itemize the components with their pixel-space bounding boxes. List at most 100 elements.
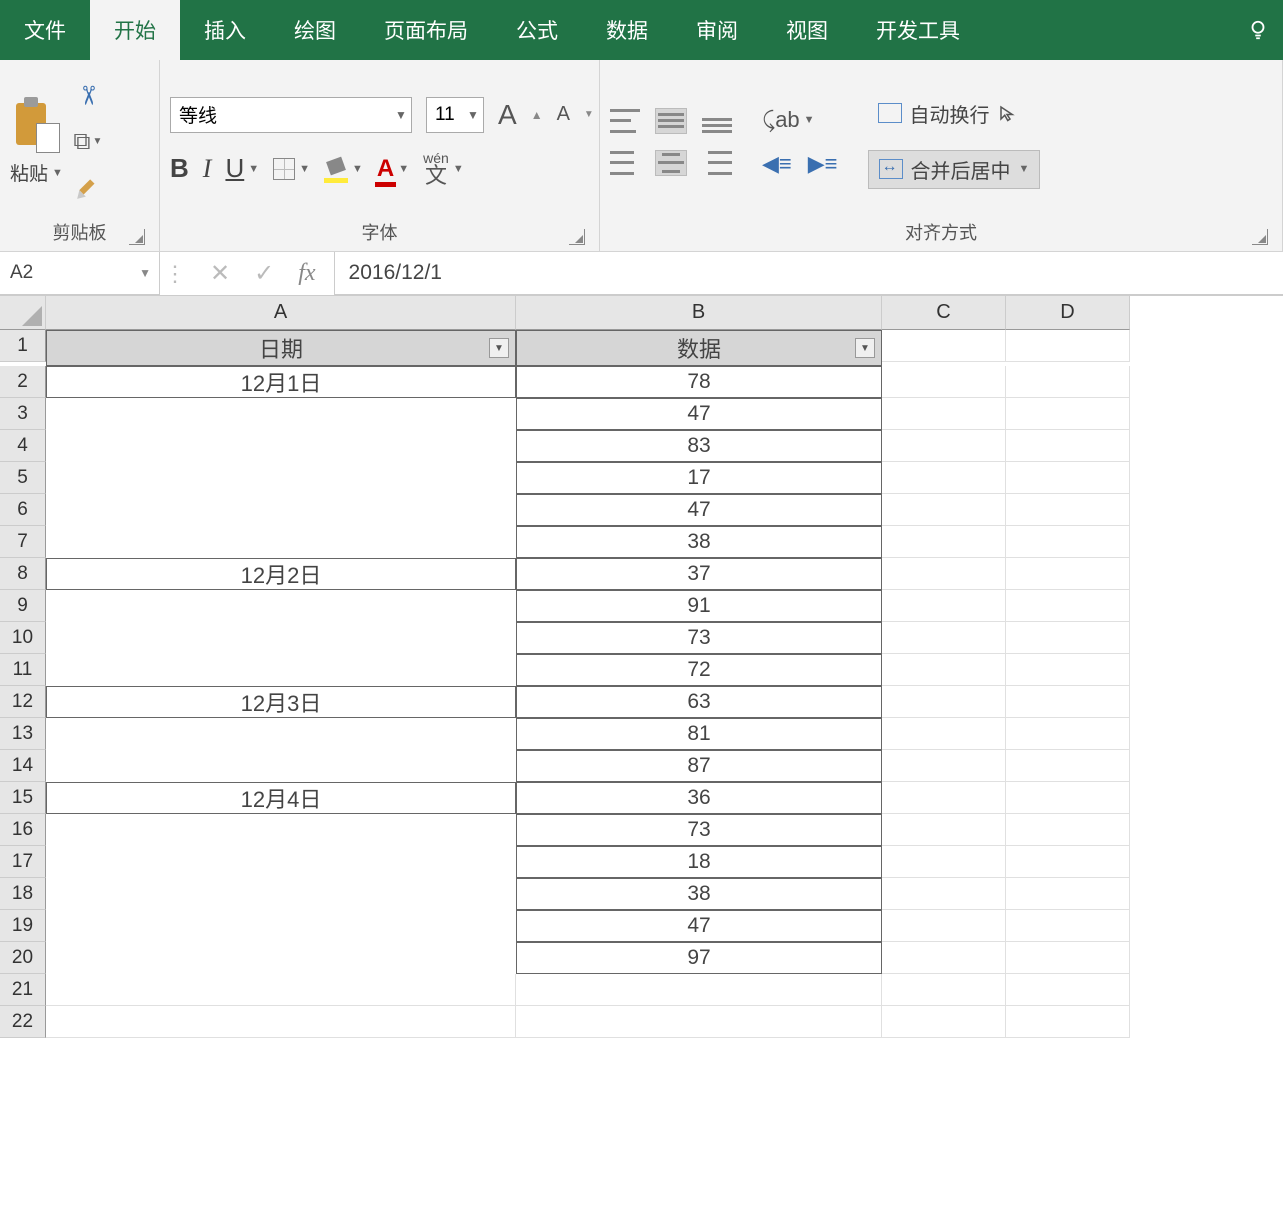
data-cell[interactable]: 47 <box>516 494 882 526</box>
row-header[interactable]: 15 <box>0 782 46 814</box>
wrap-text-button[interactable]: 自动换行 <box>868 95 1041 132</box>
cell[interactable] <box>46 974 516 1006</box>
data-cell[interactable]: 91 <box>516 590 882 622</box>
cell[interactable] <box>882 462 1006 494</box>
cell[interactable] <box>882 974 1006 1006</box>
row-header[interactable]: 18 <box>0 878 46 910</box>
cell[interactable] <box>882 814 1006 846</box>
align-top-button[interactable] <box>610 109 640 133</box>
tab-formulas[interactable]: 公式 <box>492 0 582 60</box>
row-header[interactable]: 17 <box>0 846 46 878</box>
data-cell[interactable]: 18 <box>516 846 882 878</box>
row-header[interactable]: 6 <box>0 494 46 526</box>
tab-page-layout[interactable]: 页面布局 <box>360 0 492 60</box>
data-cell[interactable]: 47 <box>516 398 882 430</box>
cell[interactable] <box>882 718 1006 750</box>
row-header[interactable]: 1 <box>0 330 46 362</box>
cell[interactable] <box>1006 430 1130 462</box>
data-cell[interactable]: 47 <box>516 910 882 942</box>
cell[interactable] <box>882 750 1006 782</box>
cell[interactable] <box>882 590 1006 622</box>
formula-bar-expand[interactable]: ⋮ <box>160 252 192 295</box>
merged-date-cell[interactable]: 12月4日 <box>46 782 516 814</box>
data-cell[interactable]: 87 <box>516 750 882 782</box>
merged-date-cell[interactable]: 12月3日 <box>46 686 516 718</box>
font-name-combo[interactable]: ▼ <box>170 97 412 133</box>
alignment-dialog-launcher[interactable] <box>1252 229 1268 245</box>
cell[interactable] <box>1006 814 1130 846</box>
align-left-button[interactable] <box>610 151 640 175</box>
fx-icon[interactable]: fx <box>298 260 315 287</box>
cell[interactable] <box>1006 622 1130 654</box>
cell[interactable] <box>1006 494 1130 526</box>
tab-draw[interactable]: 绘图 <box>270 0 360 60</box>
data-cell[interactable]: 73 <box>516 814 882 846</box>
filter-button[interactable]: ▼ <box>489 338 509 358</box>
row-header[interactable]: 9 <box>0 590 46 622</box>
cell[interactable] <box>1006 878 1130 910</box>
cell[interactable] <box>1006 750 1130 782</box>
merge-center-button[interactable]: 合并后居中 ▼ <box>868 150 1041 189</box>
cell[interactable] <box>46 1006 516 1038</box>
cell[interactable] <box>882 686 1006 718</box>
row-header[interactable]: 19 <box>0 910 46 942</box>
cell[interactable] <box>882 430 1006 462</box>
underline-button[interactable]: U▼ <box>225 153 259 184</box>
filter-button[interactable]: ▼ <box>855 338 875 358</box>
data-cell[interactable]: 78 <box>516 366 882 398</box>
cell[interactable] <box>882 526 1006 558</box>
cell[interactable] <box>882 846 1006 878</box>
clipboard-dialog-launcher[interactable] <box>129 229 145 245</box>
tab-home[interactable]: 开始 <box>90 0 180 60</box>
cell[interactable] <box>1006 718 1130 750</box>
paste-button[interactable]: 粘贴 ▼ <box>10 159 63 186</box>
cell[interactable] <box>882 654 1006 686</box>
cell[interactable] <box>882 782 1006 814</box>
format-painter-button[interactable] <box>71 171 105 205</box>
decrease-font-button[interactable]: A <box>557 103 570 126</box>
tab-view[interactable]: 视图 <box>762 0 852 60</box>
tab-data[interactable]: 数据 <box>582 0 672 60</box>
merged-date-cell[interactable]: 12月1日 <box>46 366 516 398</box>
row-header[interactable]: 11 <box>0 654 46 686</box>
copy-button[interactable]: ⧉▼ <box>71 125 105 159</box>
font-size-input[interactable] <box>427 98 463 132</box>
cell[interactable] <box>882 366 1006 398</box>
cell[interactable] <box>1006 590 1130 622</box>
column-header[interactable]: A <box>46 296 516 330</box>
data-cell[interactable]: 73 <box>516 622 882 654</box>
row-header[interactable]: 13 <box>0 718 46 750</box>
font-size-combo[interactable]: ▼ <box>426 97 484 133</box>
data-cell[interactable]: 38 <box>516 526 882 558</box>
data-cell[interactable]: 63 <box>516 686 882 718</box>
tab-developer[interactable]: 开发工具 <box>852 0 984 60</box>
data-cell[interactable]: 17 <box>516 462 882 494</box>
column-header[interactable]: B <box>516 296 882 330</box>
column-header[interactable]: C <box>882 296 1006 330</box>
row-header[interactable]: 2 <box>0 366 46 398</box>
data-cell[interactable]: 83 <box>516 430 882 462</box>
italic-button[interactable]: I <box>203 154 212 184</box>
row-header[interactable]: 21 <box>0 974 46 1006</box>
column-header[interactable]: D <box>1006 296 1130 330</box>
select-all-button[interactable] <box>0 296 46 330</box>
font-dialog-launcher[interactable] <box>569 229 585 245</box>
row-header[interactable]: 3 <box>0 398 46 430</box>
enter-formula-button[interactable]: ✓ <box>254 259 274 288</box>
cell[interactable] <box>882 1006 1006 1038</box>
row-header[interactable]: 20 <box>0 942 46 974</box>
data-cell[interactable]: 97 <box>516 942 882 974</box>
bold-button[interactable]: B <box>170 153 189 184</box>
cell[interactable] <box>1006 782 1130 814</box>
row-header[interactable]: 7 <box>0 526 46 558</box>
align-middle-button[interactable] <box>656 109 686 133</box>
merged-date-cell[interactable]: 12月2日 <box>46 558 516 590</box>
font-name-input[interactable] <box>171 98 391 132</box>
row-header[interactable]: 10 <box>0 622 46 654</box>
cell[interactable] <box>882 910 1006 942</box>
formula-input[interactable]: 2016/12/1 <box>334 252 1283 295</box>
cell[interactable] <box>1006 366 1130 398</box>
row-header[interactable]: 4 <box>0 430 46 462</box>
decrease-indent-button[interactable]: ◀≡ <box>762 151 792 177</box>
cell[interactable] <box>1006 974 1130 1006</box>
